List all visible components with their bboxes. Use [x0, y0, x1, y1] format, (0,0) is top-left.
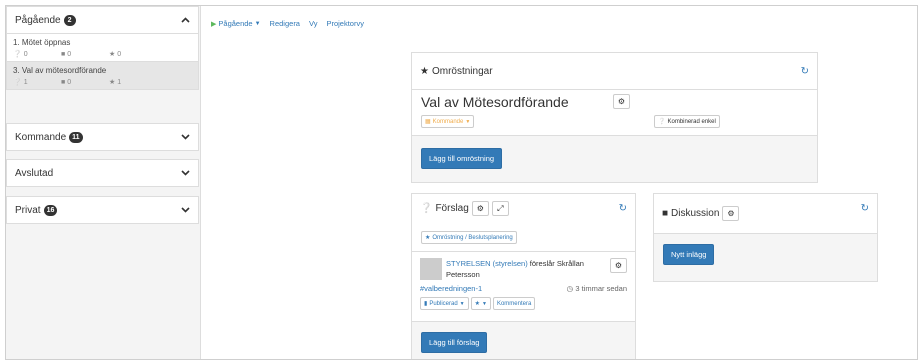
gear-icon: ⚙ — [476, 204, 484, 213]
section-avslutad: Avslutad — [6, 159, 199, 187]
section-header-privat[interactable]: Privat 16 — [7, 197, 198, 223]
proposal-icon: ❔ — [13, 79, 22, 86]
caret-down-icon: ▼ — [254, 20, 261, 27]
chevron-down-icon[interactable] — [181, 207, 190, 213]
list-item-active[interactable]: 3. Val av mötesordförande ❔ 1 ■ 0 ★ 1 — [7, 61, 198, 89]
count-badge: 11 — [69, 131, 83, 143]
panel-title: Diskussion — [671, 208, 720, 219]
section-label: Privat — [15, 204, 41, 216]
comment-icon: ■ — [662, 208, 669, 219]
expand-icon: ⤢ — [497, 203, 504, 213]
poll-method-tag[interactable]: ❔ Kombinerad enkel — [654, 115, 720, 128]
calendar-icon: ▦ — [425, 119, 431, 125]
section-label: Avslutad — [15, 167, 54, 179]
section-label: Kommande — [15, 131, 67, 143]
edit-link[interactable]: Redigera — [270, 19, 300, 28]
star-icon: ★ — [109, 79, 116, 86]
timestamp: 3 timmar sedan — [575, 284, 627, 293]
add-poll-button[interactable]: Lägg till omröstning — [421, 148, 503, 169]
chevron-down-icon[interactable] — [181, 134, 190, 140]
view-link[interactable]: Vy — [309, 19, 317, 28]
app-window: Pågående 2 1. Mötet öppnas ❔ 0 ■ 0 ★ 0 3. V… — [5, 5, 918, 360]
section-header-pagaende[interactable]: Pågående 2 — [7, 7, 198, 33]
section-label: Pågående — [15, 14, 61, 26]
discussion-settings-button[interactable]: ⚙ — [722, 206, 740, 221]
star-icon: ★ — [109, 51, 116, 58]
hashtag-link[interactable]: #valberedningen-1 — [420, 284, 482, 293]
caret-down-icon: ▼ — [465, 118, 471, 125]
count-badge: 2 — [63, 14, 76, 26]
refresh-icon[interactable]: ↻ — [861, 203, 869, 214]
proposal-card: STYRELSEN (styrelsen) föreslår Skrållan … — [412, 252, 635, 321]
new-post-button[interactable]: Nytt inlägg — [663, 244, 715, 265]
published-tag[interactable]: ▮ Publicerad ▼ — [420, 297, 469, 310]
polls-panel: ★ Omröstningar ↻ Val av Mötesordförande … — [411, 52, 818, 183]
proposals-settings-button[interactable]: ⚙ — [471, 201, 489, 216]
panel-title: Förslag — [435, 203, 469, 214]
sidebar: Pågående 2 1. Mötet öppnas ❔ 0 ■ 0 ★ 0 3. V… — [6, 6, 201, 359]
section-header-avslutad[interactable]: Avslutad — [7, 160, 198, 186]
section-pagaende: Pågående 2 1. Mötet öppnas ❔ 0 ■ 0 ★ 0 3. V… — [6, 6, 199, 90]
count-badge: 16 — [43, 204, 58, 216]
comment-button[interactable]: Kommentera — [492, 297, 536, 310]
caret-down-icon: ▼ — [482, 300, 487, 307]
item-title: 1. Mötet öppnas — [13, 38, 71, 47]
file-icon: ▮ — [424, 301, 428, 307]
comment-icon: ■ — [61, 50, 66, 58]
refresh-icon[interactable]: ↻ — [619, 203, 627, 214]
projector-link[interactable]: Projektorvy — [326, 19, 364, 28]
author-link[interactable]: STYRELSEN (styrelsen) — [446, 259, 528, 268]
list-item[interactable]: 1. Mötet öppnas ❔ 0 ■ 0 ★ 0 — [7, 33, 198, 61]
gear-icon: ⚙ — [614, 261, 623, 270]
proposal-settings-button[interactable]: ⚙ — [610, 258, 627, 273]
poll-settings-button[interactable]: ⚙ — [613, 94, 630, 109]
section-privat: Privat 16 — [6, 196, 199, 224]
chevron-down-icon[interactable] — [181, 170, 190, 176]
play-icon: ▶ — [211, 20, 217, 28]
section-header-kommande[interactable]: Kommande 11 — [7, 124, 198, 150]
vote-tag[interactable]: ★ ▼ — [470, 297, 491, 310]
section-kommande: Kommande 11 — [6, 123, 199, 151]
comment-icon: ■ — [61, 78, 66, 86]
star-icon: ★ — [474, 301, 481, 307]
discussion-panel: ■ Diskussion ⚙ ↻ Nytt inlägg — [653, 193, 878, 282]
star-icon: ★ — [420, 65, 429, 77]
agenda-item-nav: ▶ Pågående ▼ Redigera Vy Projektorvy — [211, 19, 364, 28]
status-dropdown[interactable]: ▶ Pågående ▼ — [211, 19, 261, 28]
info-circle-icon: ❔ — [420, 203, 433, 214]
proposal-icon: ❔ — [13, 51, 22, 58]
gear-icon: ⚙ — [727, 209, 735, 218]
chevron-up-icon[interactable] — [181, 17, 190, 23]
proposals-panel: ❔ Förslag ⚙ ⤢ ↻ ★ Omröstning / Beslutspl… — [411, 193, 636, 359]
panel-title: Omröstningar — [431, 65, 493, 77]
item-title: 3. Val av mötesordförande — [13, 66, 107, 75]
info-icon: ❔ — [658, 119, 666, 125]
clock-icon: ◷ — [566, 284, 574, 293]
add-proposal-button[interactable]: Lägg till förslag — [421, 332, 488, 353]
expand-button[interactable]: ⤢ — [491, 201, 509, 216]
avatar — [420, 258, 442, 280]
refresh-icon[interactable]: ↻ — [801, 66, 809, 77]
star-icon: ★ — [425, 235, 431, 241]
filter-tag[interactable]: ★ Omröstning / Beslutsplanering — [421, 231, 517, 244]
gear-icon: ⚙ — [617, 97, 626, 106]
caret-down-icon: ▼ — [459, 300, 465, 307]
poll-status-tag[interactable]: ▦ Kommande ▼ — [421, 115, 475, 128]
